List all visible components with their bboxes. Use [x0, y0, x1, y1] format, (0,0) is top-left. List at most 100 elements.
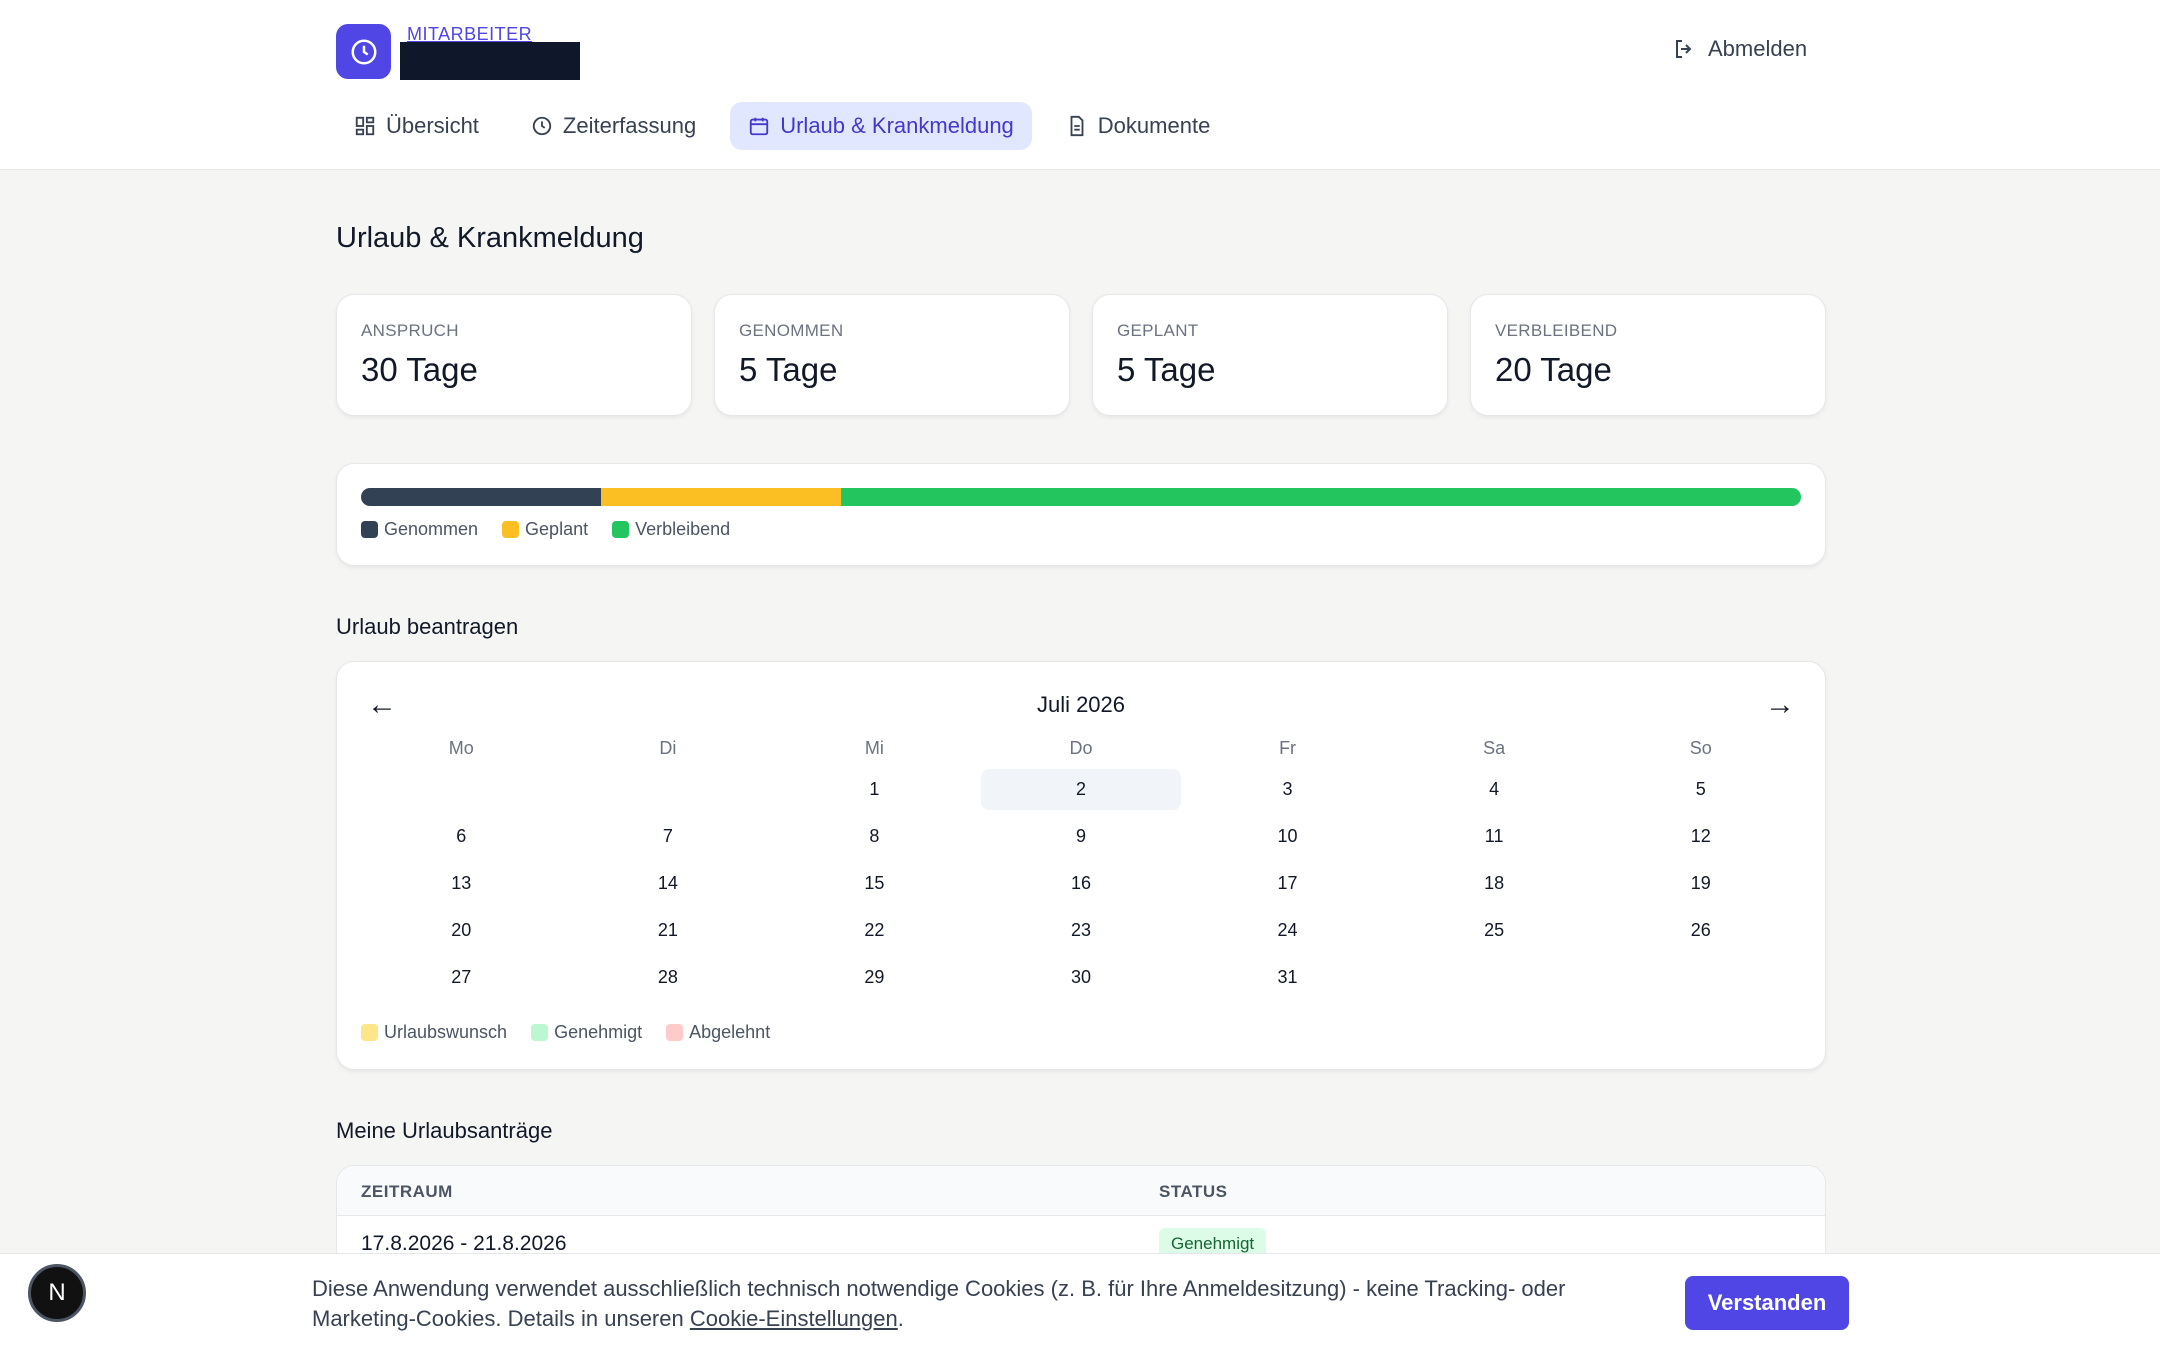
calendar-grid: Mo Di Mi Do Fr Sa So 1 2 3 4 5 6 7 8 9 10 11 12 13 14 15 16 17 1… [361, 738, 1801, 1001]
accept-cookies-button[interactable]: Verstanden [1685, 1276, 1849, 1330]
calendar-day[interactable]: 30 [981, 957, 1182, 998]
stat-label: VERBLEIBEND [1495, 321, 1618, 340]
calendar-icon [750, 117, 769, 136]
calendar-day[interactable]: 12 [1600, 816, 1801, 857]
request-heading: Urlaub beantragen [336, 614, 519, 639]
calendar-day[interactable]: 11 [1394, 816, 1595, 857]
legend-swatch [361, 521, 378, 538]
stat-value: 30 Tage [361, 351, 478, 388]
legend-label: Geplant [525, 519, 589, 539]
legend-item-approved: Genehmigt [531, 1022, 642, 1043]
legend-item-taken: Genommen [361, 519, 478, 540]
calendar-day[interactable]: 17 [1187, 863, 1388, 904]
table-header: ZEITRAUM STATUS [337, 1166, 1825, 1216]
calendar-day[interactable]: 4 [1394, 769, 1595, 810]
grid-icon [355, 116, 375, 136]
document-icon [1070, 115, 1084, 137]
calendar-empty-cell [361, 769, 562, 810]
calendar-day[interactable]: 9 [981, 816, 1182, 857]
calendar-day[interactable]: 16 [981, 863, 1182, 904]
calendar-day[interactable]: 28 [568, 957, 769, 998]
calendar-day[interactable]: 20 [361, 910, 562, 951]
logout-button[interactable]: Abmelden [1672, 36, 1807, 62]
tab-urlaub[interactable]: Urlaub & Krankmeldung [730, 102, 1032, 150]
cookie-suffix: . [897, 1306, 904, 1331]
calendar-day[interactable]: 10 [1187, 816, 1388, 857]
calendar-day[interactable]: 29 [774, 957, 975, 998]
column-header-period: ZEITRAUM [361, 1182, 453, 1201]
calendar-day[interactable]: 27 [361, 957, 562, 998]
app-logo[interactable] [336, 24, 391, 79]
calendar-day[interactable]: 26 [1600, 910, 1801, 951]
next-month-button[interactable]: → [1765, 688, 1795, 722]
vacation-progress-bar [361, 488, 1801, 506]
weekday-header: Mi [864, 738, 884, 758]
legend-label: Genehmigt [554, 1022, 643, 1042]
cookie-banner: Diese Anwendung verwendet ausschließlich… [0, 1253, 2160, 1350]
calendar-day[interactable]: 18 [1394, 863, 1595, 904]
legend-swatch [666, 1024, 684, 1041]
calendar-day[interactable]: 23 [981, 910, 1182, 951]
legend-label: Genommen [384, 519, 479, 539]
stat-label: GEPLANT [1117, 321, 1199, 340]
stat-card-genommen: GENOMMEN 5 Tage [714, 294, 1070, 416]
requests-heading: Meine Urlaubsanträge [336, 1118, 553, 1143]
legend-swatch [531, 1024, 549, 1041]
calendar-day[interactable]: 15 [774, 863, 975, 904]
app-header: MITARBEITER Abmelden Übersicht Zeiterfas… [0, 0, 2160, 170]
calendar-day[interactable]: 5 [1600, 769, 1801, 810]
tab-label: Übersicht [386, 113, 479, 138]
legend-swatch [361, 1024, 378, 1041]
calendar-day[interactable]: 31 [1187, 957, 1388, 998]
main-tabs: Übersicht Zeiterfassung Urlaub & Krankme… [336, 102, 1228, 150]
calendar-day[interactable]: 24 [1187, 910, 1388, 951]
dev-tools-badge[interactable]: N [28, 1264, 86, 1322]
weekday-header: Fr [1279, 738, 1297, 758]
calendar-day[interactable]: 1 [774, 769, 975, 810]
stat-card-verbleibend: VERBLEIBEND 20 Tage [1470, 294, 1826, 416]
tab-label: Zeiterfassung [562, 113, 697, 138]
legend-label: Urlaubswunsch [384, 1022, 508, 1042]
legend-item-request: Urlaubswunsch [361, 1022, 507, 1043]
calendar-empty-cell [568, 769, 769, 810]
clock-icon [351, 39, 376, 64]
stat-value: 5 Tage [1117, 351, 1216, 388]
calendar-day[interactable]: 6 [361, 816, 562, 857]
calendar-day-today[interactable]: 2 [980, 769, 1182, 810]
progress-legend: Genommen Geplant Verbleibend [361, 519, 730, 540]
redacted-username [400, 42, 580, 80]
calendar-day[interactable]: 14 [568, 863, 769, 904]
stat-card-geplant: GEPLANT 5 Tage [1092, 294, 1448, 416]
cookie-text: Diese Anwendung verwendet ausschließlich… [312, 1274, 1662, 1334]
legend-label: Verbleibend [635, 519, 731, 539]
calendar-day[interactable]: 3 [1187, 769, 1388, 810]
weekday-header: Mo [448, 738, 474, 758]
calendar-day[interactable]: 22 [774, 910, 975, 951]
calendar-day[interactable]: 25 [1394, 910, 1595, 951]
tab-label: Urlaub & Krankmeldung [780, 113, 1014, 138]
vacation-progress-card: Genommen Geplant Verbleibend [336, 463, 1826, 566]
stat-value: 20 Tage [1495, 351, 1612, 388]
progress-segment-taken [361, 488, 601, 506]
column-header-status: STATUS [1159, 1182, 1228, 1201]
calendar-day[interactable]: 8 [774, 816, 975, 857]
cookie-settings-link[interactable]: Cookie-Einstellungen [690, 1306, 898, 1331]
stat-card-anspruch: ANSPRUCH 30 Tage [336, 294, 692, 416]
weekday-header: Sa [1483, 738, 1506, 758]
legend-item-remaining: Verbleibend [612, 519, 730, 540]
calendar-day[interactable]: 19 [1600, 863, 1801, 904]
calendar-day[interactable]: 7 [568, 816, 769, 857]
weekday-header: Di [659, 738, 677, 758]
calendar-day[interactable]: 13 [361, 863, 562, 904]
calendar-legend: Urlaubswunsch Genehmigt Abgelehnt [361, 1022, 770, 1043]
progress-segment-planned [601, 488, 841, 506]
tab-zeiterfassung[interactable]: Zeiterfassung [513, 102, 714, 150]
legend-item-rejected: Abgelehnt [666, 1022, 770, 1043]
tab-uebersicht[interactable]: Übersicht [336, 102, 497, 150]
cookie-message: Diese Anwendung verwendet ausschließlich… [312, 1276, 1566, 1331]
calendar-day[interactable]: 21 [568, 910, 769, 951]
legend-item-planned: Geplant [502, 519, 588, 540]
tab-dokumente[interactable]: Dokumente [1048, 102, 1229, 150]
page-title: Urlaub & Krankmeldung [336, 222, 644, 254]
legend-swatch [502, 521, 520, 538]
